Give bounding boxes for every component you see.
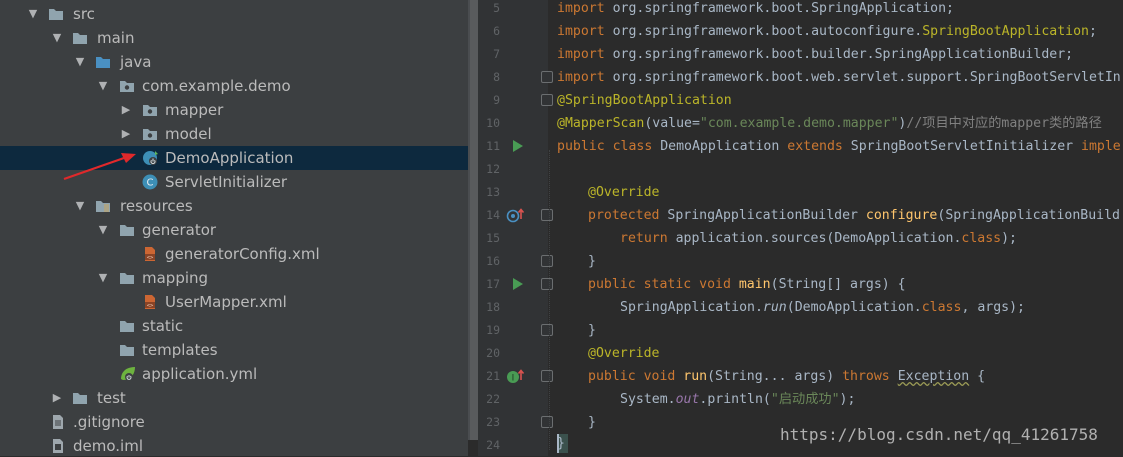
fold-marker[interactable] (541, 370, 553, 382)
fold-marker[interactable] (541, 94, 553, 106)
code-line[interactable]: System.out.println("启动成功"); (620, 388, 855, 411)
line-number: 14 (486, 208, 500, 222)
code-line[interactable]: } (588, 250, 596, 273)
code-line[interactable]: public static void main(String[] args) { (588, 273, 906, 296)
code-line[interactable]: return application.sources(DemoApplicati… (620, 227, 1017, 250)
code-line[interactable]: public void run(String... args) throws E… (588, 365, 985, 388)
line-number: 19 (486, 323, 500, 337)
line-number: 24 (486, 438, 500, 452)
line-number: 12 (486, 162, 500, 176)
fold-marker[interactable] (541, 324, 553, 336)
code-line[interactable]: } (588, 411, 596, 434)
line-number: 9 (493, 93, 500, 107)
line-number: 22 (486, 392, 500, 406)
line-number: 11 (486, 139, 500, 153)
line-number: 5 (493, 1, 500, 15)
line-number: 18 (486, 300, 500, 314)
code-line[interactable]: @Override (588, 342, 659, 365)
code-line[interactable]: public class DemoApplication extends Spr… (557, 135, 1121, 158)
fold-marker[interactable] (541, 278, 553, 290)
fold-marker[interactable] (541, 209, 553, 221)
code-line[interactable]: } (588, 319, 596, 342)
code-line[interactable]: import org.springframework.boot.web.serv… (557, 66, 1121, 89)
fold-marker[interactable] (541, 416, 553, 428)
code-line[interactable]: @SpringBootApplication (557, 89, 732, 112)
fold-marker[interactable] (541, 255, 553, 267)
code-line[interactable]: SpringApplication.run(DemoApplication.cl… (620, 296, 1025, 319)
line-number: 8 (493, 70, 500, 84)
tree-scrollbar-thumb[interactable] (470, 0, 478, 440)
svg-text:I: I (512, 374, 515, 384)
run-icon[interactable] (512, 139, 524, 153)
line-number: 13 (486, 185, 500, 199)
code-line[interactable]: import org.springframework.boot.SpringAp… (557, 0, 954, 20)
line-number: 6 (493, 24, 500, 38)
line-number: 20 (486, 346, 500, 360)
override-method-icon[interactable] (506, 207, 526, 223)
code-line[interactable]: @MapperScan(value="com.example.demo.mapp… (557, 112, 1102, 135)
line-number: 23 (486, 415, 500, 429)
code-line[interactable]: import org.springframework.boot.autoconf… (557, 20, 1097, 43)
red-annotation-arrow (63, 153, 136, 181)
watermark: https://blog.csdn.net/qq_41261758 (780, 425, 1098, 444)
line-number: 10 (486, 116, 500, 130)
line-number: 7 (493, 47, 500, 61)
implement-method-icon[interactable]: I (506, 368, 526, 384)
line-number: 16 (486, 254, 500, 268)
line-number: 15 (486, 231, 500, 245)
project-tree: ▼ src ▼ main ▼ java ▼ com.example.demo ▶… (0, 0, 468, 456)
code-line[interactable]: protected SpringApplicationBuilder confi… (588, 204, 1120, 227)
fold-marker[interactable] (541, 71, 553, 83)
indent-guide (549, 150, 551, 450)
line-number: 21 (486, 369, 500, 383)
code-line[interactable]: import org.springframework.boot.builder.… (557, 43, 1073, 66)
code-line[interactable]: @Override (588, 181, 659, 204)
code-line[interactable]: } (557, 432, 565, 455)
run-icon[interactable] (512, 277, 524, 291)
line-number: 17 (486, 277, 500, 291)
